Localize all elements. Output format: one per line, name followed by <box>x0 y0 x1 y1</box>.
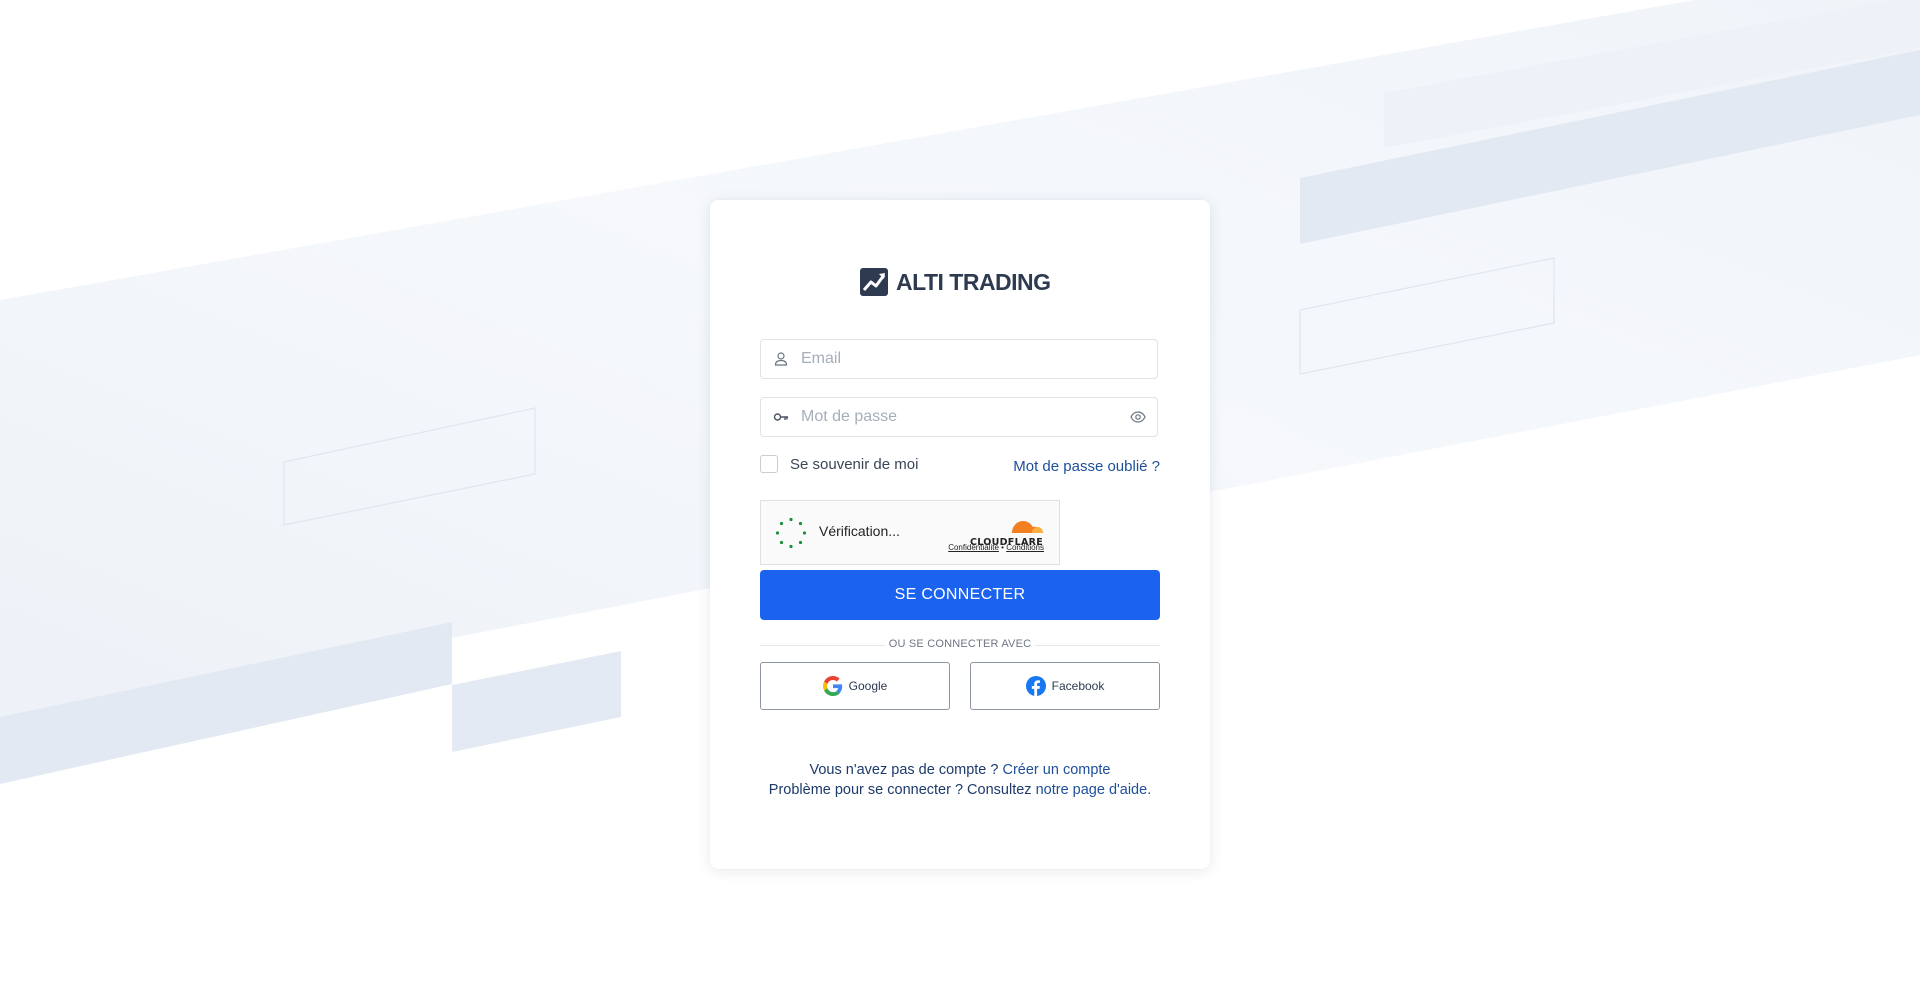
chart-line-icon <box>860 268 888 296</box>
brand-name: ALTI TRADING <box>896 268 1051 295</box>
google-login-button[interactable]: Google <box>760 662 950 710</box>
signup-prompt: Vous n'avez pas de compte ? Créer un com… <box>710 762 1210 778</box>
captcha-privacy-link[interactable]: Confidentialité <box>948 543 999 552</box>
remember-checkbox[interactable] <box>760 455 778 473</box>
forgot-password-link[interactable]: Mot de passe oublié ? <box>1013 458 1160 475</box>
email-field <box>760 339 1158 379</box>
captcha-links: Confidentialité • Conditions <box>948 543 1044 552</box>
captcha-status: Vérification... <box>819 523 900 539</box>
remember-me[interactable]: Se souvenir de moi <box>760 455 918 473</box>
help-prompt: Problème pour se connecter ? Consultez n… <box>710 782 1210 798</box>
captcha-widget[interactable]: Vérification... CLOUDFLARE Confidentiali… <box>760 500 1060 565</box>
captcha-separator: • <box>1001 543 1004 552</box>
facebook-icon <box>1025 676 1046 696</box>
captcha-terms-link[interactable]: Conditions <box>1006 543 1044 552</box>
password-field <box>760 397 1158 437</box>
remember-label: Se souvenir de moi <box>790 455 919 473</box>
social-divider: OU SE CONNECTER AVEC <box>760 638 1160 652</box>
signup-prompt-text: Vous n'avez pas de compte ? <box>809 762 1003 778</box>
login-card: ALTI TRADING Se souvenir de moi Mot de p… <box>710 200 1210 869</box>
help-prompt-text: Problème pour se connecter ? Consultez <box>768 782 1036 798</box>
user-icon <box>774 352 788 366</box>
eye-icon[interactable] <box>1130 410 1146 424</box>
divider-line-right <box>1035 645 1160 646</box>
create-account-link[interactable]: Créer un compte <box>1003 762 1111 778</box>
facebook-login-button[interactable]: Facebook <box>970 662 1160 710</box>
help-page-link[interactable]: notre page d'aide. <box>1036 782 1152 798</box>
facebook-label: Facebook <box>1051 679 1105 693</box>
brand-logo: ALTI TRADING <box>860 267 1051 297</box>
login-button[interactable]: SE CONNECTER <box>760 570 1160 620</box>
google-icon <box>822 676 842 696</box>
divider-text: OU SE CONNECTER AVEC <box>888 638 1032 650</box>
email-input[interactable] <box>801 340 1121 378</box>
key-icon <box>773 413 788 421</box>
password-input[interactable] <box>801 398 1121 436</box>
google-label: Google <box>848 679 888 693</box>
loading-spinner-icon <box>775 517 807 549</box>
